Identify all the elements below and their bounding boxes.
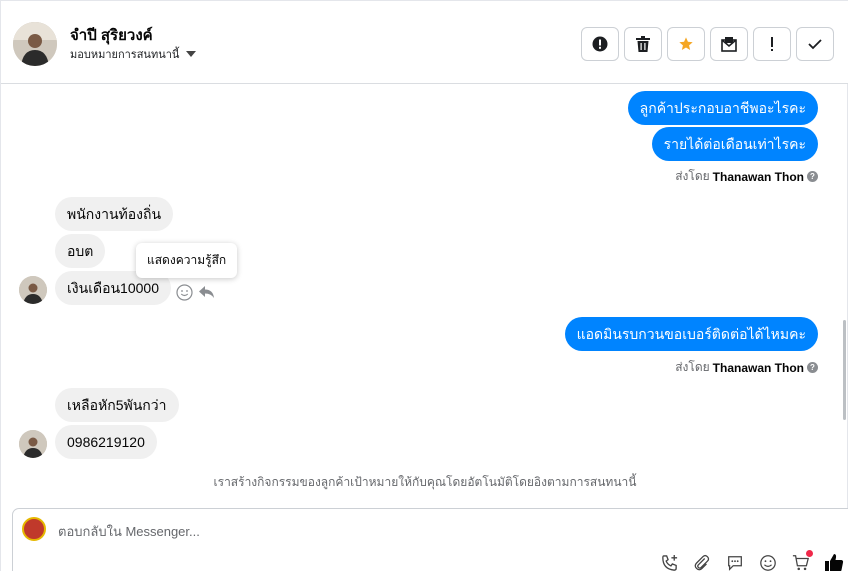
star-icon: [679, 37, 693, 50]
delete-button[interactable]: [624, 27, 662, 61]
sent-by-label: ส่งโดย Thanawan Thon ?: [675, 167, 818, 186]
trash-icon: [636, 36, 650, 52]
emoji-button[interactable]: [758, 553, 778, 571]
mark-unread-icon: [721, 37, 737, 52]
conversation-header: จำปี สุริยวงค์ มอบหมายการสนทนานี้: [1, 0, 848, 84]
paperclip-icon: [694, 554, 710, 571]
mark-done-button[interactable]: [796, 27, 834, 61]
message-incoming[interactable]: พนักงานท้องถิ่น: [55, 197, 174, 231]
phone-plus-icon: [661, 554, 677, 571]
exclamation-icon: [771, 37, 773, 51]
reply-input[interactable]: [58, 522, 558, 540]
sent-by-agent: Thanawan Thon: [712, 360, 804, 375]
mark-unread-button[interactable]: [710, 27, 748, 61]
notification-dot: [806, 550, 813, 557]
sent-by-prefix: ส่งโดย: [675, 169, 710, 183]
contact-name[interactable]: จำปี สุริยวงค์: [70, 23, 153, 47]
composer-tools: [659, 550, 844, 571]
sent-by-agent: Thanawan Thon: [712, 169, 804, 184]
header-actions: [581, 27, 834, 61]
smiley-icon: [760, 555, 776, 571]
saved-replies-button[interactable]: [725, 553, 745, 571]
sender-avatar: [19, 430, 47, 458]
message-incoming[interactable]: เหลือหัก5พันกว่า: [55, 388, 179, 422]
sent-by-label: ส่งโดย Thanawan Thon ?: [675, 358, 818, 377]
reply-icon[interactable]: [198, 285, 215, 304]
caret-down-icon: [186, 51, 197, 57]
conversation-panel: จำปี สุริยวงค์ มอบหมายการสนทนานี้ ลูกค้า…: [0, 0, 848, 571]
shop-button[interactable]: [791, 550, 813, 571]
assign-conversation-dropdown[interactable]: มอบหมายการสนทนานี้: [70, 45, 197, 63]
message-outgoing[interactable]: ลูกค้าประกอบอาชีพอะไรคะ: [627, 91, 818, 125]
react-icon[interactable]: [176, 284, 193, 306]
thread-scrollbar[interactable]: [843, 320, 846, 420]
follow-up-button[interactable]: [753, 27, 791, 61]
page-logo: [22, 517, 46, 541]
sent-by-prefix: ส่งโดย: [675, 360, 710, 374]
message-incoming[interactable]: อบต: [55, 234, 106, 268]
message-thread: ลูกค้าประกอบอาชีพอะไรคะ รายได้ต่อเดือนเท…: [1, 85, 848, 505]
assign-label: มอบหมายการสนทนานี้: [70, 49, 180, 61]
attach-button[interactable]: [692, 553, 712, 571]
alert-circle-icon: [592, 36, 608, 52]
contact-avatar[interactable]: [13, 22, 57, 66]
call-button[interactable]: [659, 553, 679, 571]
help-icon[interactable]: ?: [807, 171, 818, 182]
like-button[interactable]: [824, 553, 844, 571]
check-icon: [808, 39, 822, 50]
sender-avatar: [19, 276, 47, 304]
spam-button[interactable]: [581, 27, 619, 61]
star-button[interactable]: [667, 27, 705, 61]
thumbs-up-icon: [825, 554, 844, 571]
reply-composer: [12, 508, 848, 571]
message-outgoing[interactable]: รายได้ต่อเดือนเท่าไรคะ: [651, 127, 818, 161]
help-icon[interactable]: ?: [807, 362, 818, 373]
message-incoming[interactable]: 0986219120: [55, 425, 157, 459]
react-tooltip: แสดงความรู้สึก: [136, 243, 238, 278]
chat-bubble-icon: [728, 556, 742, 571]
system-notice: เราสร้างกิจกรรมของลูกค้าเป้าหมายให้กับคุ…: [213, 475, 637, 489]
message-outgoing[interactable]: แอดมินรบกวนขอเบอร์ติดต่อได้ไหมคะ: [564, 317, 818, 351]
